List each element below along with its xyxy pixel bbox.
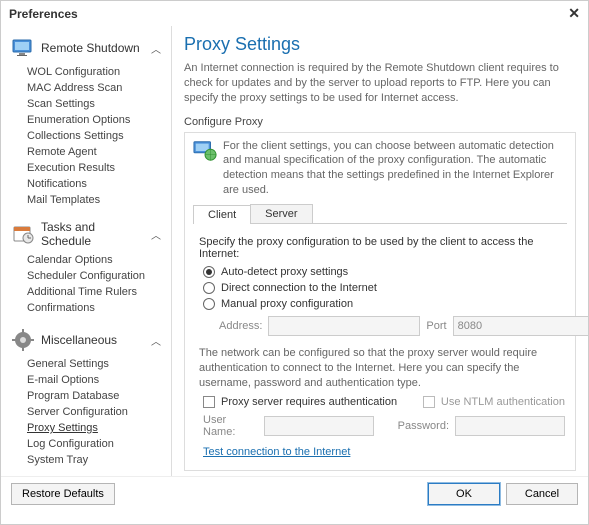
- sidebar-item[interactable]: Log Configuration: [27, 436, 163, 452]
- checkbox-ntlm: Use NTLM authentication: [415, 394, 565, 410]
- gear-icon: [11, 328, 35, 352]
- titlebar: Preferences ✕: [1, 1, 588, 26]
- section-miscellaneous[interactable]: Miscellaneous ︿: [9, 322, 163, 356]
- sidebar-item[interactable]: Enumeration Options: [27, 112, 163, 128]
- test-connection-link[interactable]: Test connection to the Internet: [195, 442, 350, 458]
- section-tasks-items: Calendar Options Scheduler Configuration…: [9, 252, 163, 322]
- section-remote-shutdown[interactable]: Remote Shutdown ︿: [9, 30, 163, 64]
- radio-icon: [203, 266, 215, 278]
- sidebar-item[interactable]: Collections Settings: [27, 128, 163, 144]
- checkbox-requires-auth[interactable]: Proxy server requires authentication: [195, 394, 415, 410]
- radio-auto-detect[interactable]: Auto-detect proxy settings: [195, 264, 565, 280]
- section-tasks-schedule[interactable]: Tasks and Schedule ︿: [9, 214, 163, 252]
- chevron-up-icon: ︿: [151, 41, 161, 56]
- section-label: Miscellaneous: [41, 333, 145, 347]
- password-input[interactable]: [455, 416, 565, 436]
- section-label: Tasks and Schedule: [41, 220, 145, 248]
- group-description: For the client settings, you can choose …: [223, 139, 567, 198]
- section-misc-items: General Settings E-mail Options Program …: [9, 356, 163, 474]
- sidebar-item[interactable]: Additional Time Rulers: [27, 284, 163, 300]
- globe-monitor-icon: [193, 139, 217, 163]
- content-pane: Proxy Settings An Internet connection is…: [172, 26, 588, 476]
- username-input[interactable]: [264, 416, 374, 436]
- radio-label: Auto-detect proxy settings: [221, 266, 348, 278]
- close-icon[interactable]: ✕: [568, 5, 580, 22]
- auth-description: The network can be configured so that th…: [199, 346, 565, 391]
- sidebar-item[interactable]: E-mail Options: [27, 372, 163, 388]
- username-label: User Name:: [203, 414, 258, 438]
- address-input[interactable]: [268, 316, 420, 336]
- sidebar-item[interactable]: General Settings: [27, 356, 163, 372]
- section-label: Remote Shutdown: [41, 41, 145, 55]
- sidebar-item[interactable]: Mail Templates: [27, 192, 163, 208]
- checkbox-label: Proxy server requires authentication: [221, 396, 397, 408]
- radio-manual[interactable]: Manual proxy configuration: [195, 296, 565, 312]
- monitor-icon: [11, 36, 35, 60]
- sidebar-item[interactable]: Confirmations: [27, 300, 163, 316]
- tab-server[interactable]: Server: [250, 204, 312, 223]
- page-title: Proxy Settings: [184, 34, 576, 55]
- restore-defaults-footer-button[interactable]: Restore Defaults: [11, 483, 115, 505]
- tabs: Client Server: [193, 204, 567, 224]
- sidebar-item[interactable]: Notifications: [27, 176, 163, 192]
- footer: Restore Defaults OK Cancel: [1, 476, 588, 511]
- checkbox-label: Use NTLM authentication: [441, 396, 565, 408]
- cancel-button[interactable]: Cancel: [506, 483, 578, 505]
- tab-client[interactable]: Client: [193, 205, 251, 224]
- radio-icon: [203, 282, 215, 294]
- sidebar-item-proxy-settings[interactable]: Proxy Settings: [27, 420, 163, 436]
- radio-label: Manual proxy configuration: [221, 298, 353, 310]
- section-remote-shutdown-items: WOL Configuration MAC Address Scan Scan …: [9, 64, 163, 214]
- calendar-icon: [11, 222, 35, 246]
- sidebar-item[interactable]: Execution Results: [27, 160, 163, 176]
- port-input[interactable]: [453, 316, 588, 336]
- radio-label: Direct connection to the Internet: [221, 282, 377, 294]
- address-label: Address:: [219, 320, 262, 332]
- configure-proxy-group: For the client settings, you can choose …: [184, 132, 576, 472]
- radio-direct[interactable]: Direct connection to the Internet: [195, 280, 565, 296]
- group-label: Configure Proxy: [184, 116, 576, 128]
- password-label: Password:: [398, 420, 449, 432]
- chevron-up-icon: ︿: [151, 227, 161, 242]
- sidebar-item[interactable]: System Tray: [27, 452, 163, 468]
- ok-button[interactable]: OK: [428, 483, 500, 505]
- sidebar-item[interactable]: MAC Address Scan: [27, 80, 163, 96]
- sidebar-item[interactable]: Scan Settings: [27, 96, 163, 112]
- sidebar-item[interactable]: Remote Agent: [27, 144, 163, 160]
- sidebar-item[interactable]: Program Database: [27, 388, 163, 404]
- chevron-up-icon: ︿: [151, 333, 161, 348]
- sidebar-item[interactable]: WOL Configuration: [27, 64, 163, 80]
- sidebar-item[interactable]: Server Configuration: [27, 404, 163, 420]
- page-description: An Internet connection is required by th…: [184, 61, 576, 106]
- port-label: Port: [426, 320, 446, 332]
- checkbox-icon: [203, 396, 215, 408]
- sidebar-item[interactable]: Scheduler Configuration: [27, 268, 163, 284]
- radio-icon: [203, 298, 215, 310]
- checkbox-icon: [423, 396, 435, 408]
- sidebar: Remote Shutdown ︿ WOL Configuration MAC …: [1, 26, 171, 476]
- window-title: Preferences: [9, 7, 78, 21]
- sidebar-item[interactable]: Calendar Options: [27, 252, 163, 268]
- spec-line: Specify the proxy configuration to be us…: [195, 234, 565, 264]
